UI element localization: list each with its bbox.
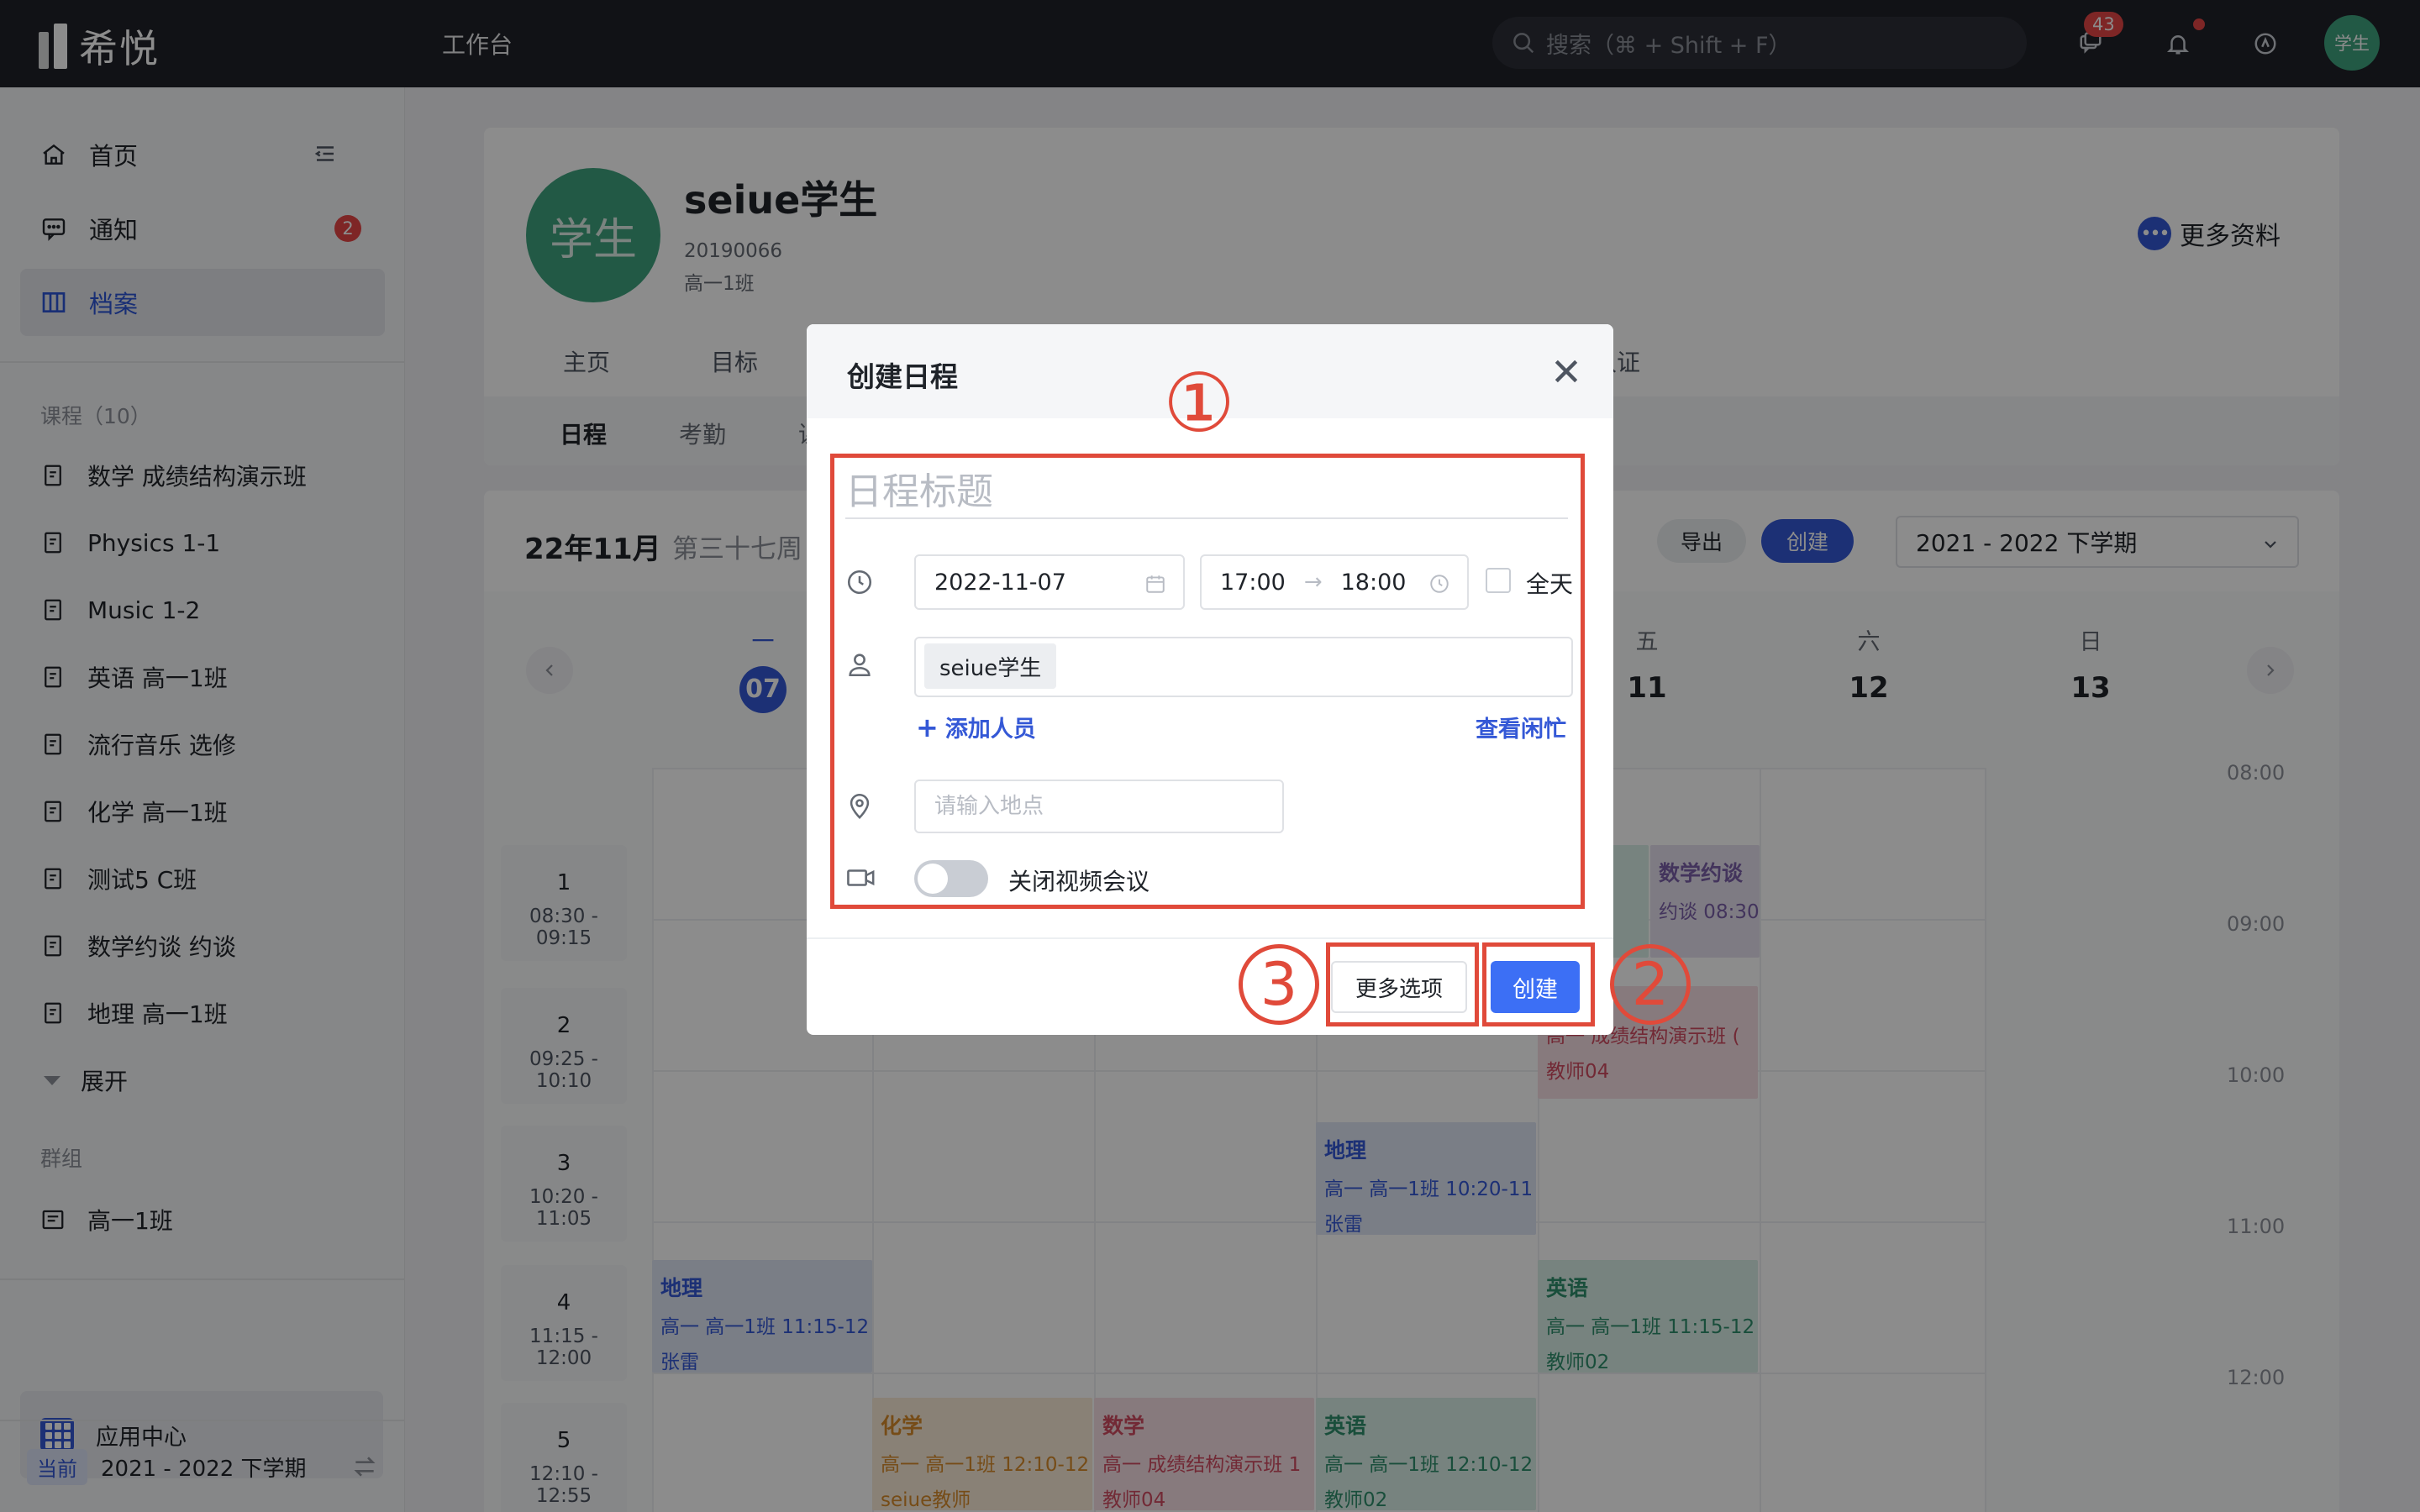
dialog-title: 创建日程 bbox=[847, 360, 958, 393]
annotation-box-form bbox=[830, 454, 1585, 909]
annotation-box-create bbox=[1482, 942, 1595, 1026]
annotation-box-more-options bbox=[1326, 942, 1479, 1026]
annotation-number-1: ① bbox=[1163, 356, 1236, 450]
close-icon[interactable] bbox=[1549, 354, 1583, 388]
annotation-number-2: 2 bbox=[1610, 944, 1691, 1025]
annotation-number-3: 3 bbox=[1239, 944, 1319, 1025]
divider bbox=[807, 937, 1613, 939]
